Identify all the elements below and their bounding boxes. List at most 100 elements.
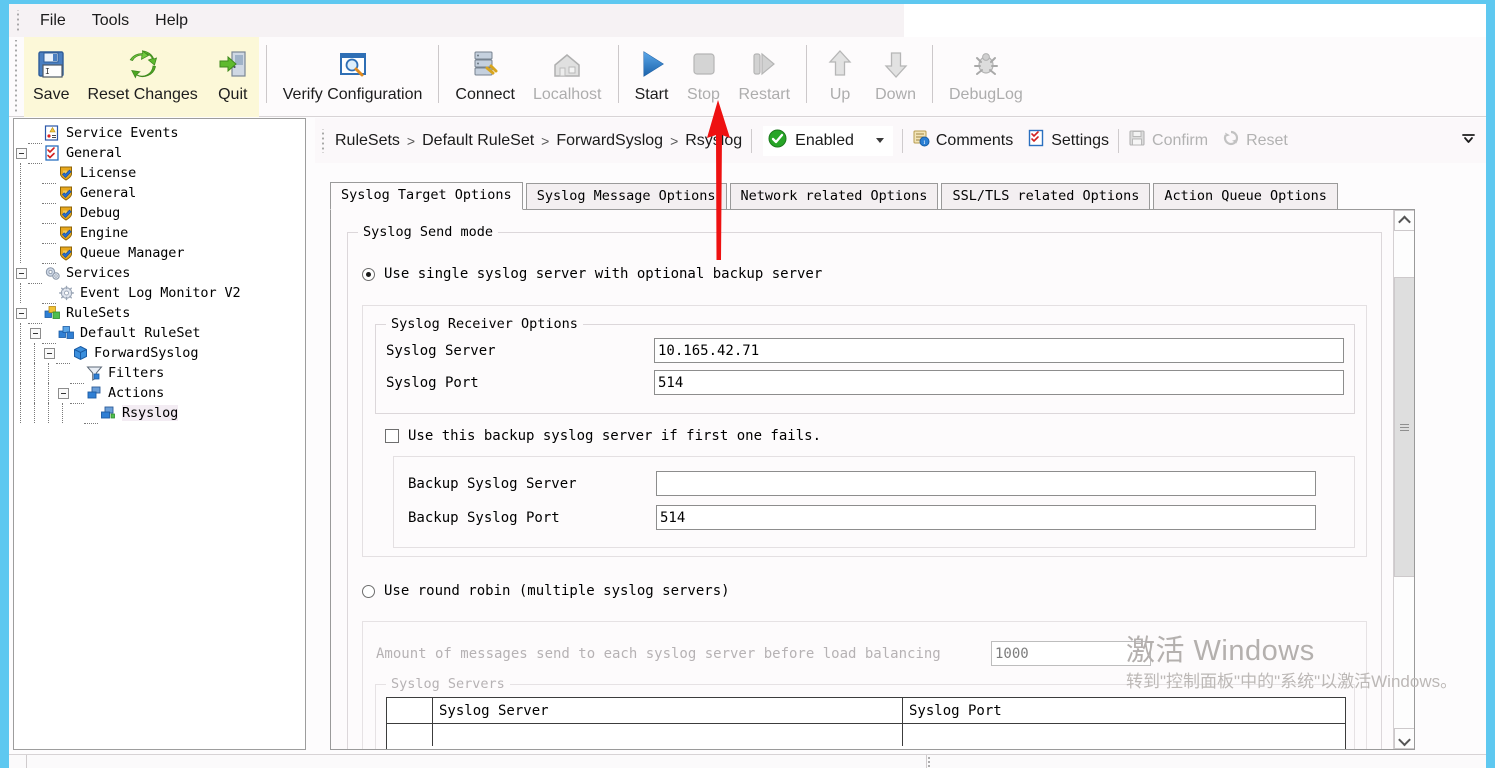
cubes-blue-icon xyxy=(58,325,75,341)
menu-help[interactable]: Help xyxy=(142,9,201,33)
menu-tools[interactable]: Tools xyxy=(79,9,142,33)
tree-item-general[interactable]: General xyxy=(14,143,305,164)
tab-syslog-message-options[interactable]: Syslog Message Options xyxy=(525,183,727,210)
collapse-expander-icon[interactable] xyxy=(15,147,27,159)
scroll-thumb[interactable] xyxy=(1394,277,1414,577)
tree-indent-guide xyxy=(42,363,56,383)
debuglog-button[interactable]: DebugLog xyxy=(940,37,1032,104)
syslog-servers-table[interactable]: Syslog Server Syslog Port xyxy=(386,697,1346,749)
breadcrumb-divider-1 xyxy=(751,128,753,153)
tree-item-queue-manager[interactable]: Queue Manager xyxy=(14,243,305,264)
backup-syslog-server-input[interactable] xyxy=(656,471,1316,496)
cubes-color-icon xyxy=(44,305,61,321)
window-frame-right xyxy=(1486,0,1495,768)
breadcrumb-separator: > xyxy=(541,132,550,149)
menu-drag-grip[interactable] xyxy=(13,9,24,32)
reset-changes-button[interactable]: Reset Changes xyxy=(78,37,206,104)
collapse-expander-icon[interactable] xyxy=(57,387,69,399)
funnel-icon xyxy=(86,365,103,381)
save-button[interactable]: I Save xyxy=(24,37,78,104)
tree-item-default-ruleset[interactable]: Default RuleSet xyxy=(14,323,305,344)
reset-button[interactable]: Reset xyxy=(1222,129,1288,152)
scroll-down-button[interactable] xyxy=(1394,728,1414,749)
toolbar-separator-3 xyxy=(617,45,619,103)
syslog-port-input[interactable] xyxy=(654,370,1344,395)
chevron-down-icon[interactable] xyxy=(875,138,884,143)
syslog-server-input[interactable] xyxy=(654,338,1344,363)
move-down-button[interactable]: Down xyxy=(866,37,925,104)
breadcrumb-drag-grip[interactable] xyxy=(319,128,328,153)
tab-network-related-options[interactable]: Network related Options xyxy=(729,183,939,210)
tree-item-label: Filters xyxy=(108,365,165,381)
table-row[interactable] xyxy=(387,724,1345,746)
breadcrumb-item-rsyslog[interactable]: Rsyslog xyxy=(685,132,742,150)
collapse-expander-icon[interactable] xyxy=(15,307,27,319)
tree-item-event-log-monitor-v2[interactable]: Event Log Monitor V2 xyxy=(14,283,305,304)
tree-expander-slot xyxy=(14,307,28,319)
comments-button[interactable]: i Comments xyxy=(912,129,1013,152)
breadcrumb-item-forwardsyslog[interactable]: ForwardSyslog xyxy=(556,132,663,150)
navigation-tree-panel[interactable]: Service Events General License General Debug… xyxy=(13,118,306,750)
single-server-panel: Syslog Receiver Options Syslog Server Sy… xyxy=(362,305,1367,557)
tree-item-forwardsyslog[interactable]: ForwardSyslog xyxy=(14,343,305,364)
round-robin-radio[interactable] xyxy=(362,584,375,598)
toolbar-group-connection: Connect Localhost xyxy=(446,37,610,117)
toolbar-drag-grip[interactable] xyxy=(11,40,22,112)
tree-item-license[interactable]: License xyxy=(14,163,305,184)
backup-server-checkbox-row[interactable]: Use this backup syslog server if first o… xyxy=(385,428,821,444)
table-header-syslog-server: Syslog Server xyxy=(433,698,903,723)
scroll-up-button[interactable] xyxy=(1394,210,1414,231)
tree-item-actions[interactable]: Actions xyxy=(14,383,305,404)
panel-vertical-scrollbar[interactable] xyxy=(1393,210,1414,749)
breadcrumb-item-default-ruleset[interactable]: Default RuleSet xyxy=(422,132,534,150)
table-header-syslog-port: Syslog Port xyxy=(909,702,1002,719)
restart-button[interactable]: Restart xyxy=(730,37,800,104)
menubar-filler xyxy=(904,4,1486,37)
settings-button[interactable]: Settings xyxy=(1027,129,1109,152)
stop-button[interactable]: Stop xyxy=(678,37,730,104)
collapse-expander-icon[interactable] xyxy=(43,347,55,359)
breadcrumb-item-rulesets[interactable]: RuleSets xyxy=(335,132,400,150)
reset-changes-label: Reset Changes xyxy=(87,86,198,103)
backup-server-checkbox[interactable] xyxy=(385,429,399,443)
tab-action-queue-options[interactable]: Action Queue Options xyxy=(1153,183,1338,210)
house-icon xyxy=(550,43,584,85)
tree-item-services[interactable]: Services xyxy=(14,263,305,284)
verify-configuration-button[interactable]: Verify Configuration xyxy=(274,37,432,104)
menu-file[interactable]: File xyxy=(27,9,79,33)
move-up-button[interactable]: Up xyxy=(814,37,866,104)
load-balancing-amount-input[interactable] xyxy=(991,641,1151,666)
enabled-state-dropdown[interactable]: Enabled xyxy=(763,125,893,156)
tab-ssl-tls-related-options[interactable]: SSL/TLS related Options xyxy=(941,183,1151,210)
confirm-button[interactable]: Confirm xyxy=(1128,129,1208,152)
tree-item-rulesets[interactable]: RuleSets xyxy=(14,303,305,324)
status-resize-grip[interactable] xyxy=(927,755,938,768)
connect-button[interactable]: Connect xyxy=(446,37,524,104)
status-cell-0 xyxy=(9,755,27,768)
syslog-servers-legend: Syslog Servers xyxy=(386,676,510,692)
collapse-expander-icon[interactable] xyxy=(15,267,27,279)
overflow-chevron-icon[interactable] xyxy=(1459,130,1478,149)
toolbar-group-file: I Save Reset Changes Quit xyxy=(24,37,259,117)
tree-item-debug[interactable]: Debug xyxy=(14,203,305,224)
connect-label: Connect xyxy=(455,86,515,103)
round-robin-label: Use round robin (multiple syslog servers… xyxy=(384,583,730,599)
tree-item-label: Event Log Monitor V2 xyxy=(80,285,241,301)
backup-syslog-port-input[interactable] xyxy=(656,505,1316,530)
start-button[interactable]: Start xyxy=(626,37,678,104)
quit-button[interactable]: Quit xyxy=(207,37,259,104)
tree-item-label: ForwardSyslog xyxy=(94,345,199,361)
single-server-radio-row[interactable]: Use single syslog server with optional b… xyxy=(362,266,822,282)
tree-item-engine[interactable]: Engine xyxy=(14,223,305,244)
tree-item-rsyslog[interactable]: Rsyslog xyxy=(14,403,305,424)
tab-syslog-target-options[interactable]: Syslog Target Options xyxy=(330,182,523,210)
move-down-label: Down xyxy=(875,86,916,103)
single-server-radio[interactable] xyxy=(362,267,375,281)
tree-item-service-events[interactable]: Service Events xyxy=(14,123,305,144)
round-robin-radio-row[interactable]: Use round robin (multiple syslog servers… xyxy=(362,583,730,599)
localhost-button[interactable]: Localhost xyxy=(524,37,611,104)
tree-item-general[interactable]: General xyxy=(14,183,305,204)
collapse-expander-icon[interactable] xyxy=(29,327,41,339)
event-log-icon xyxy=(44,125,61,141)
tree-item-filters[interactable]: Filters xyxy=(14,363,305,384)
